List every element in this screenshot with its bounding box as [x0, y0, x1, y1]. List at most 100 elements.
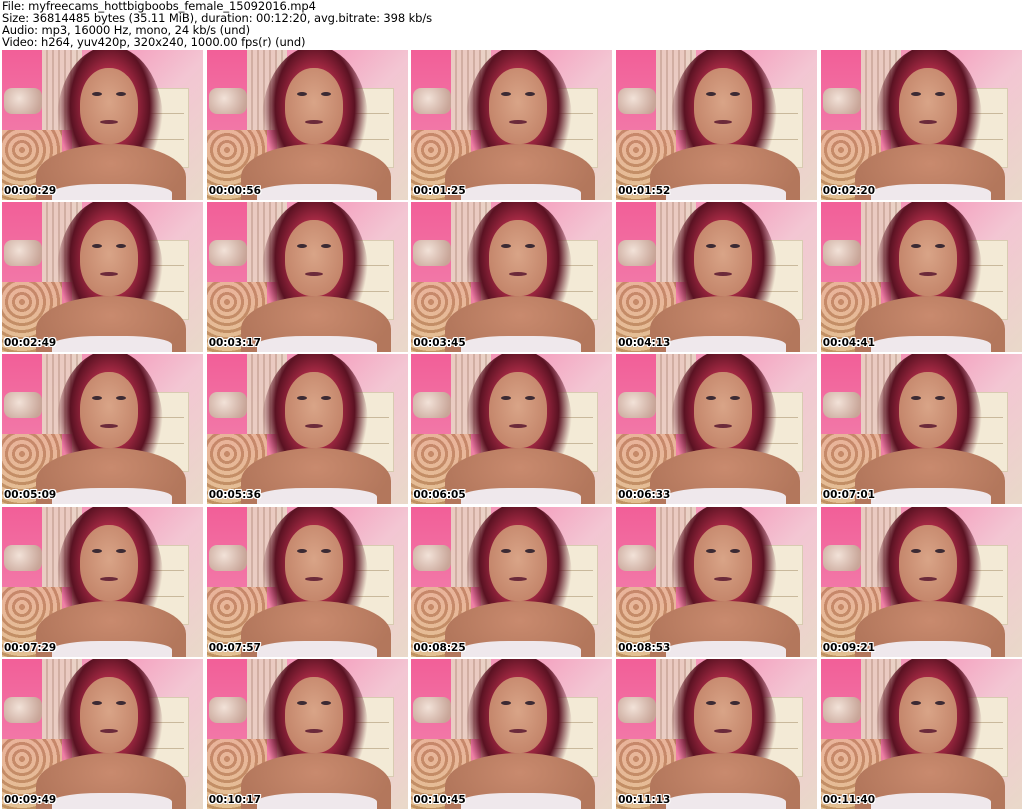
- video-thumbnail: 00:04:13: [616, 202, 818, 353]
- thumbnail-timestamp: 00:10:45: [413, 793, 466, 806]
- left-eye: [910, 92, 921, 96]
- shirt: [666, 640, 787, 657]
- pillow: [208, 544, 247, 571]
- pillow: [618, 544, 657, 571]
- right-eye: [116, 548, 126, 553]
- thumbnail-timestamp: 00:04:13: [618, 337, 671, 350]
- thumbnail-timestamp: 00:00:56: [208, 185, 261, 197]
- thumbnail-timestamp: 00:04:41: [822, 337, 876, 350]
- shirt: [256, 792, 377, 809]
- face: [898, 220, 957, 297]
- right-eye: [934, 548, 945, 553]
- left-eye: [706, 548, 717, 553]
- shirt: [461, 336, 582, 353]
- video-thumbnail: 00:08:25: [411, 506, 613, 657]
- shirt: [256, 488, 377, 505]
- video-thumbnail: 00:11:40: [820, 658, 1022, 809]
- left-eye: [501, 700, 512, 705]
- shirt: [870, 184, 991, 200]
- pillow: [618, 696, 657, 723]
- face: [489, 676, 548, 753]
- video-thumbnail: 00:11:13: [616, 658, 818, 809]
- video-thumbnail: 00:04:41: [820, 202, 1022, 353]
- pillow: [4, 696, 42, 723]
- thumbnail-timestamp: 00:02:20: [822, 185, 876, 197]
- right-eye: [934, 92, 945, 96]
- mouth: [100, 576, 118, 581]
- thumbnail-timestamp: 00:02:49: [4, 337, 57, 350]
- shirt: [52, 336, 172, 353]
- shirt: [256, 336, 377, 353]
- pillow: [4, 392, 42, 419]
- pillow: [208, 88, 247, 114]
- video-info-line: Video: h264, yuv420p, 320x240, 1000.00 f…: [2, 35, 306, 49]
- thumbnail-timestamp: 00:09:21: [822, 641, 876, 654]
- thumbnail-timestamp: 00:08:53: [618, 641, 671, 654]
- thumbnail-timestamp: 00:11:13: [618, 793, 671, 806]
- face: [284, 372, 343, 449]
- shirt: [461, 488, 582, 505]
- video-thumbnail: 00:10:45: [411, 658, 613, 809]
- video-thumbnail: 00:09:21: [820, 506, 1022, 657]
- mouth: [918, 728, 937, 733]
- shirt: [256, 184, 377, 200]
- left-eye: [92, 92, 102, 96]
- left-eye: [92, 548, 102, 553]
- mouth: [509, 728, 528, 733]
- left-eye: [706, 700, 717, 705]
- right-eye: [320, 700, 331, 705]
- video-thumbnail: 00:05:09: [2, 354, 203, 505]
- thumbnail-timestamp: 00:00:29: [4, 185, 57, 197]
- face: [80, 68, 138, 144]
- face: [489, 220, 548, 297]
- face: [694, 68, 753, 144]
- right-eye: [730, 700, 741, 705]
- right-eye: [525, 548, 536, 553]
- pillow: [208, 696, 247, 723]
- shirt: [256, 640, 377, 657]
- face: [694, 220, 753, 297]
- video-thumbnail: 00:00:56: [206, 50, 408, 200]
- shirt: [52, 184, 172, 200]
- shirt: [666, 184, 787, 200]
- video-thumbnail: 00:08:53: [616, 506, 818, 657]
- pillow: [208, 240, 247, 267]
- pillow: [413, 544, 452, 571]
- shirt: [52, 792, 172, 809]
- pillow: [4, 88, 42, 114]
- face: [80, 220, 138, 297]
- pillow: [413, 392, 452, 419]
- pillow: [822, 392, 861, 419]
- video-thumbnail: 00:07:57: [206, 506, 408, 657]
- mouth: [918, 576, 937, 581]
- thumbnail-timestamp: 00:06:05: [413, 489, 466, 502]
- right-eye: [116, 700, 126, 705]
- shirt: [666, 336, 787, 353]
- pillow: [618, 240, 657, 267]
- video-thumbnail: 00:09:49: [2, 658, 203, 809]
- mouth: [304, 576, 323, 581]
- thumbnail-timestamp: 00:05:36: [208, 489, 261, 502]
- face: [284, 220, 343, 297]
- video-thumbnail: 00:06:05: [411, 354, 613, 505]
- video-thumbnail: 00:06:33: [616, 354, 818, 505]
- right-eye: [320, 548, 331, 553]
- file-info-header: File: myfreecams_hottbigboobs_female_150…: [2, 0, 1022, 48]
- shirt: [870, 336, 991, 353]
- pillow: [618, 392, 657, 419]
- video-thumbnail: 00:02:20: [820, 50, 1022, 200]
- mouth: [918, 120, 937, 124]
- left-eye: [910, 700, 921, 705]
- mouth: [304, 728, 323, 733]
- face: [694, 676, 753, 753]
- mouth: [100, 728, 118, 733]
- face: [898, 372, 957, 449]
- thumbnail-timestamp: 00:07:01: [822, 489, 876, 502]
- thumbnail-grid: 00:00:29 00:00:56 00:01:25 00:01:52 00:02:20…: [0, 50, 1024, 811]
- face: [898, 676, 957, 753]
- face: [80, 676, 138, 753]
- thumbnail-timestamp: 00:05:09: [4, 489, 57, 502]
- face: [489, 68, 548, 144]
- video-thumbnail: 00:07:29: [2, 506, 203, 657]
- pillow: [413, 88, 452, 114]
